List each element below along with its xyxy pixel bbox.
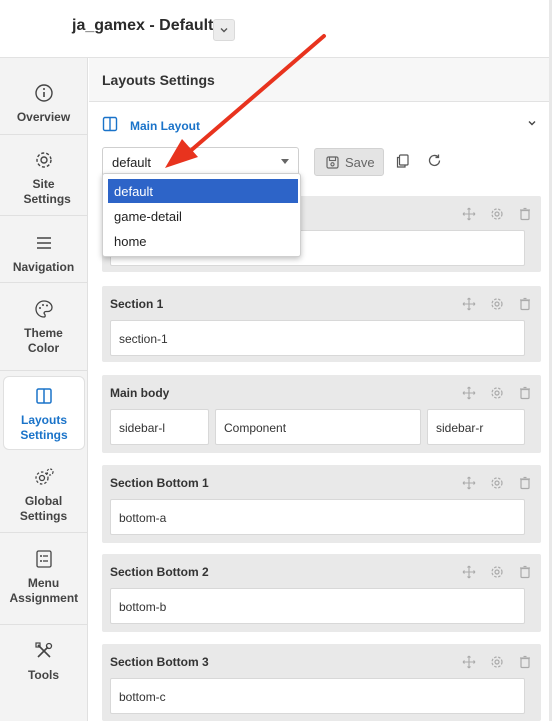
layout-section: Section Bottom 2 bottom-b — [102, 554, 541, 632]
divider — [0, 370, 87, 371]
sidebar-item-label: Global Settings — [19, 494, 68, 523]
sidebar-item-layouts-settings[interactable]: Layouts Settings — [3, 376, 85, 450]
sidebar-item-tools[interactable]: Tools — [0, 640, 87, 683]
trash-icon[interactable] — [517, 654, 533, 670]
section-tools — [461, 475, 533, 491]
divider — [0, 624, 87, 625]
trash-icon[interactable] — [517, 385, 533, 401]
gear-icon[interactable] — [489, 296, 505, 312]
position-block[interactable]: Component — [215, 409, 421, 445]
position-block[interactable]: bottom-c — [110, 678, 525, 714]
sidebar-item-label: Tools — [27, 668, 60, 682]
layout-option-home[interactable]: home — [108, 229, 298, 253]
section-title: Section Bottom 3 — [110, 655, 209, 669]
save-icon — [326, 156, 339, 169]
sidebar-item-global-settings[interactable]: Global Settings — [0, 466, 87, 524]
divider — [0, 215, 87, 216]
list-icon — [35, 550, 52, 568]
layout-option-game-detail[interactable]: game-detail — [108, 204, 298, 228]
top-bar: ja_gamex - Default — [0, 0, 552, 58]
move-icon[interactable] — [461, 296, 477, 312]
main-panel: Layouts Settings Main Layout default Sav… — [89, 58, 549, 721]
trash-icon[interactable] — [517, 564, 533, 580]
sidebar-item-site-settings[interactable]: Site Settings — [0, 149, 87, 207]
section-tools — [461, 206, 533, 222]
move-icon[interactable] — [461, 475, 477, 491]
chevron-down-icon — [220, 28, 228, 33]
position-block[interactable]: bottom-b — [110, 588, 525, 624]
caret-down-icon — [281, 159, 289, 164]
sidebar: Overview Site Settings Navigation Theme … — [0, 58, 88, 721]
sidebar-item-label: Layouts Settings — [20, 413, 68, 442]
divider — [0, 532, 87, 533]
chevron-down-icon[interactable] — [527, 118, 537, 128]
section-tools — [461, 564, 533, 580]
template-dropdown-button[interactable] — [213, 19, 235, 41]
layout-section: Section Bottom 1 bottom-a — [102, 465, 541, 543]
section-tools — [461, 385, 533, 401]
template-title: ja_gamex - Default — [72, 17, 214, 34]
layout-option-default[interactable]: default — [108, 179, 298, 203]
refresh-icon[interactable] — [427, 153, 442, 168]
sidebar-item-label: Overview — [16, 110, 71, 124]
hamburger-icon — [36, 237, 51, 249]
sidebar-item-menu-assignment[interactable]: Menu Assignment — [0, 548, 87, 606]
gear-icon[interactable] — [489, 206, 505, 222]
sidebar-item-label: Navigation — [12, 260, 75, 274]
trash-icon[interactable] — [517, 475, 533, 491]
main-layout-label: Main Layout — [130, 119, 201, 133]
gears-icon — [34, 468, 54, 485]
section-tools — [461, 654, 533, 670]
position-block[interactable]: section-1 — [110, 320, 525, 356]
layout-select-dropdown: default game-detail home — [102, 173, 301, 257]
layout-section: Main body sidebar-l Component sidebar-r — [102, 375, 541, 453]
move-icon[interactable] — [461, 206, 477, 222]
section-tools — [461, 296, 533, 312]
layout-icon — [102, 116, 118, 132]
gear-icon — [35, 152, 52, 168]
sidebar-item-theme-color[interactable]: Theme Color — [0, 298, 87, 356]
section-title: Section 1 — [110, 297, 164, 311]
layout-section: Section Bottom 3 bottom-c — [102, 644, 541, 721]
position-block[interactable]: sidebar-l — [110, 409, 209, 445]
palette-icon — [34, 300, 53, 318]
position-block[interactable]: bottom-a — [110, 499, 525, 535]
position-block[interactable]: sidebar-r — [427, 409, 525, 445]
sidebar-item-overview[interactable]: Overview — [0, 82, 87, 125]
sidebar-item-navigation[interactable]: Navigation — [0, 232, 87, 275]
save-label: Save — [345, 155, 375, 170]
gear-icon[interactable] — [489, 564, 505, 580]
layout-section: Section 1 section-1 — [102, 286, 541, 362]
move-icon[interactable] — [461, 564, 477, 580]
copy-icon[interactable] — [396, 154, 409, 168]
sidebar-item-label: Site Settings — [23, 177, 71, 206]
main-layout-header[interactable]: Main Layout — [89, 102, 549, 148]
gear-icon[interactable] — [489, 385, 505, 401]
divider — [0, 282, 87, 283]
tools-icon — [34, 642, 52, 658]
gear-icon[interactable] — [489, 475, 505, 491]
trash-icon[interactable] — [517, 206, 533, 222]
section-title: Main body — [110, 386, 170, 400]
info-icon — [34, 84, 53, 102]
layout-select-value: default — [112, 155, 152, 170]
section-title: Section Bottom 1 — [110, 476, 209, 490]
move-icon[interactable] — [461, 654, 477, 670]
trash-icon[interactable] — [517, 296, 533, 312]
save-button[interactable]: Save — [314, 148, 384, 176]
sidebar-item-label: Menu Assignment — [9, 576, 79, 605]
move-icon[interactable] — [461, 385, 477, 401]
section-title: Section Bottom 2 — [110, 565, 209, 579]
layout-icon — [36, 388, 52, 404]
gear-icon[interactable] — [489, 654, 505, 670]
divider — [0, 134, 87, 135]
page-title: Layouts Settings — [102, 72, 215, 88]
sidebar-item-label: Theme Color — [24, 326, 63, 355]
